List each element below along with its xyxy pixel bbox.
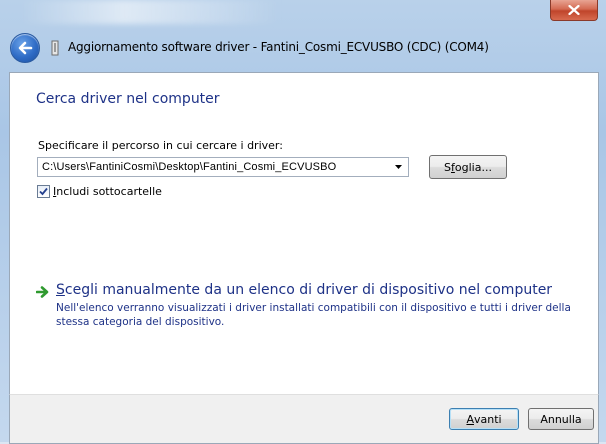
next-button[interactable]: Avanti [449,408,519,430]
manual-title-rest: cegli manualmente da un elenco di driver… [64,282,553,298]
cancel-button[interactable]: Annulla [528,408,594,430]
device-icon [51,40,59,56]
manual-selection-link[interactable]: Scegli manualmente da un elenco di drive… [36,281,576,329]
page-heading: Cerca driver nel computer [36,91,220,107]
next-label-accel: A [466,412,474,426]
manual-selection-title[interactable]: Scegli manualmente da un elenco di drive… [56,281,576,299]
path-combobox[interactable]: C:\Users\FantiniCosmi\Desktop\Fantini_Co… [37,157,409,177]
browse-button[interactable]: Sf oglia... [429,155,507,179]
back-button[interactable] [10,33,40,63]
window-frame: Aggiornamento software driver - Fantini_… [0,0,606,444]
wizard-content: Cerca driver nel computer Specificare il… [9,72,599,395]
close-icon [568,5,580,15]
path-value-prefix: C:\Users\ [42,161,90,173]
path-value-user: FantiniCosmi [89,161,156,173]
next-label-rest: vanti [473,412,502,426]
browse-label-pre: S [444,160,452,174]
title-bar-glare [20,0,280,24]
navigation-bar: Aggiornamento software driver - Fantini_… [0,26,606,70]
wizard-title-device: Fantini_Cosmi_ECVUSBO (CDC) (COM4) [260,40,489,54]
wizard-title-prefix: Aggiornamento software driver - [68,40,261,54]
path-value-rest: \Desktop\Fantini_Cosmi_ECVUSBO [155,161,337,173]
browse-label-post: oglia... [454,160,492,174]
checkmark-icon [39,187,48,196]
back-arrow-icon [18,41,33,55]
manual-selection-description: Nell'elenco verranno visualizzati i driv… [56,302,571,328]
include-subfolders-rest: ncludi sottocartelle [56,185,162,198]
close-button[interactable] [550,0,598,21]
manual-title-accel: S [56,282,65,298]
include-subfolders-row[interactable]: Includi sottocartelle [37,185,162,198]
include-subfolders-checkbox[interactable] [37,185,50,198]
green-arrow-icon [36,286,49,298]
chevron-down-icon[interactable] [395,165,402,169]
wizard-title: Aggiornamento software driver - Fantini_… [68,40,489,54]
path-value: C:\Users\FantiniCosmi\Desktop\Fantini_Co… [42,161,336,173]
path-label: Specificare il percorso in cui cercare i… [38,139,283,152]
wizard-footer: Avanti Annulla [9,394,599,444]
include-subfolders-label: Includi sottocartelle [53,185,162,198]
